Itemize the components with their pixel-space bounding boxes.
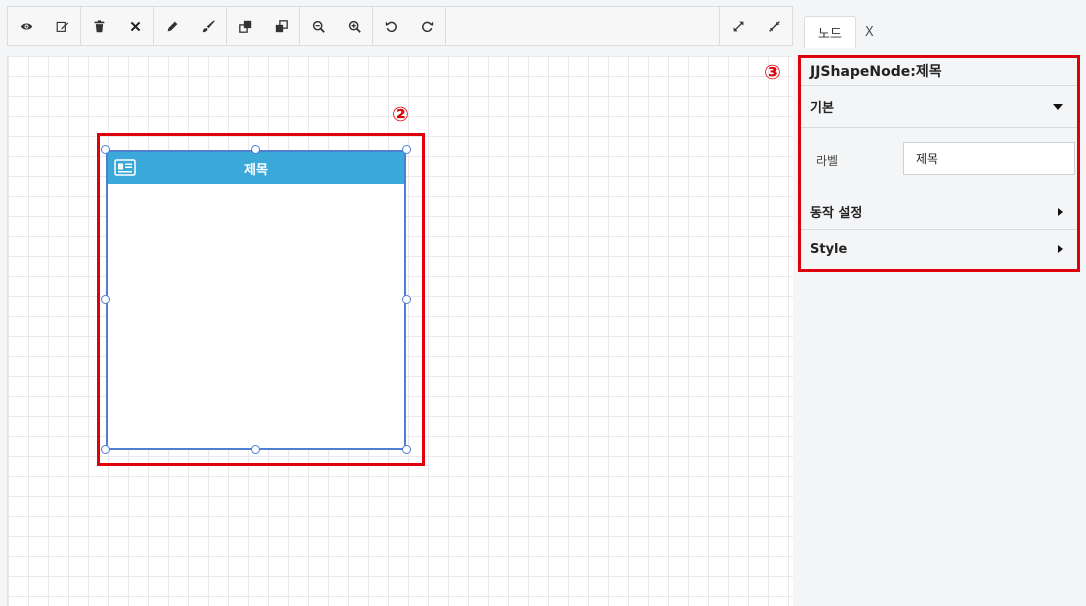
node-title: 제목 (244, 162, 268, 178)
undo-button[interactable] (373, 7, 409, 45)
zoom-out-icon (312, 20, 325, 33)
caret-right-icon (1058, 207, 1063, 216)
zoom-in-button[interactable] (336, 7, 372, 45)
resize-handle-left[interactable] (101, 295, 110, 304)
redo-button[interactable] (409, 7, 445, 45)
resize-handle-right[interactable] (402, 295, 411, 304)
delete-button[interactable] (81, 7, 117, 45)
collapse-icon (768, 20, 780, 32)
toolbar-group-delete (81, 7, 154, 45)
expand-icon (733, 21, 743, 31)
toolbar-group-order (227, 7, 300, 45)
close-icon (130, 21, 140, 31)
send-backward-icon (275, 19, 288, 32)
pencil-icon (167, 21, 177, 31)
label-field-input[interactable] (903, 142, 1075, 175)
trash-icon (94, 19, 104, 32)
section-basic[interactable]: 기본 (801, 86, 1077, 128)
toolbar-group-screen (719, 7, 792, 45)
annotation-marker-2: ② (392, 102, 409, 126)
toolbar-group-view (8, 7, 81, 45)
panel-title: JJShapeNode:제목 (801, 58, 1077, 86)
caret-down-icon (1053, 103, 1063, 110)
send-backward-button[interactable] (263, 7, 299, 45)
edit-icon (56, 21, 68, 32)
tab-node[interactable]: 노드 (804, 16, 856, 48)
caret-right-icon (1058, 245, 1063, 253)
section-action-label: 동작 설정 (810, 206, 863, 221)
shape-node[interactable]: 제목 (106, 150, 406, 450)
eye-icon (20, 22, 32, 30)
annotation-marker-3: ③ (764, 60, 781, 84)
panel-tabs: 노드 X (804, 16, 883, 48)
section-style[interactable]: Style (801, 230, 1077, 268)
resize-handle-top[interactable] (251, 145, 260, 154)
property-panel: JJShapeNode:제목 기본 라벨 동작 설정 Style (798, 55, 1080, 272)
resize-handle-top-right[interactable] (402, 145, 411, 154)
resize-handle-top-left[interactable] (101, 145, 110, 154)
toolbar-group-zoom (300, 7, 373, 45)
section-basic-label: 기본 (810, 101, 834, 116)
toolbar (7, 6, 793, 46)
zoom-out-button[interactable] (300, 7, 336, 45)
bring-forward-button[interactable] (227, 7, 263, 45)
undo-icon (385, 21, 397, 32)
card-icon (114, 159, 136, 176)
expand-button[interactable] (720, 7, 756, 45)
brush-icon (202, 19, 215, 32)
resize-handle-bottom-left[interactable] (101, 445, 110, 454)
resize-handle-bottom[interactable] (251, 445, 260, 454)
toolbar-group-history (373, 7, 446, 45)
app-root: ② 제목 노드 X ③ JJShapeNode:제목 기본 라벨 제목 동작 설… (0, 0, 1086, 606)
resize-handle-bottom-right[interactable] (402, 445, 411, 454)
toolbar-group-draw (154, 7, 227, 45)
collapse-button[interactable] (756, 7, 792, 45)
brush-button[interactable] (190, 7, 226, 45)
zoom-in-icon (348, 20, 361, 33)
close-button[interactable] (117, 7, 153, 45)
label-field-row: 라벨 (801, 128, 1077, 194)
edit-button[interactable] (44, 7, 80, 45)
label-field-label: 라벨 (816, 154, 839, 168)
bring-forward-icon (238, 20, 251, 33)
diagram-canvas[interactable]: ② 제목 (7, 56, 793, 606)
node-header[interactable]: 제목 (108, 152, 404, 184)
redo-icon (421, 21, 433, 32)
pencil-button[interactable] (154, 7, 190, 45)
section-action[interactable]: 동작 설정 (801, 194, 1077, 230)
section-style-label: Style (810, 241, 848, 257)
tab-x[interactable]: X (856, 16, 883, 48)
preview-button[interactable] (8, 7, 44, 45)
